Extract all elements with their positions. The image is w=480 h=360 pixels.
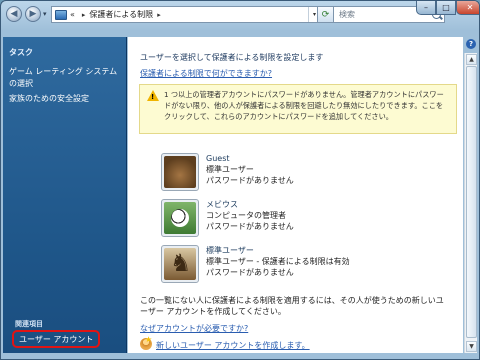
- arrow-right-icon: ▶: [29, 8, 37, 19]
- create-account-link[interactable]: 新しいユーザー アカウントを作成します。: [156, 340, 310, 351]
- account-status: パスワードがありません: [206, 268, 294, 277]
- scroll-down-icon[interactable]: ▼: [466, 341, 477, 352]
- chess-icon: [164, 248, 196, 280]
- account-standard-user[interactable]: 標準ユーザー 標準ユーザー - 保護者による制限は有効 パスワードがありません: [161, 245, 391, 285]
- account-type: 標準ユーザー - 保護者による制限は有効: [206, 257, 350, 266]
- control-panel-window: ◀ ▶ ▾ « ▸ 保護者による制限 ▸ ▾ ⟳ 検索 – □ ✕ ? タスク …: [0, 0, 480, 360]
- breadcrumb-current[interactable]: 保護者による制限: [89, 9, 153, 20]
- chevron-right-icon[interactable]: ▸: [82, 11, 86, 19]
- why-account-link[interactable]: なぜアカウントが必要ですか?: [140, 323, 248, 334]
- account-type: 標準ユーザー: [206, 165, 254, 174]
- cabinet-icon: [164, 156, 196, 188]
- recent-pages-dropdown[interactable]: ▾: [43, 10, 47, 18]
- sidebar-link-game-ratings[interactable]: ゲーム レーティング システムの選択: [9, 66, 124, 90]
- chevron-right-icon[interactable]: ▸: [157, 11, 161, 19]
- refresh-button[interactable]: ⟳: [317, 6, 334, 23]
- vertical-scrollbar[interactable]: ▲ ▼: [464, 53, 477, 353]
- scroll-up-icon[interactable]: ▲: [466, 54, 477, 65]
- warning-text: 1 つ以上の管理者アカウントにパスワードがありません。管理者アカウントにパスワー…: [164, 90, 444, 121]
- minimize-button[interactable]: –: [416, 1, 436, 15]
- account-picture: [161, 153, 199, 191]
- content-pane: ユーザーを選択して保護者による制限を設定します 保護者による制限で何ができますか…: [128, 37, 463, 353]
- help-icon[interactable]: ?: [466, 39, 476, 49]
- arrow-left-icon: ◀: [10, 8, 18, 19]
- scroll-thumb[interactable]: [466, 66, 477, 338]
- account-name: メビウス: [206, 200, 238, 209]
- sidebar-link-user-accounts[interactable]: ユーザー アカウント: [12, 330, 100, 348]
- sidebar-link-family-safety[interactable]: 家族のための安全設定: [9, 93, 124, 105]
- search-placeholder: 検索: [339, 10, 355, 19]
- account-status: パスワードがありません: [206, 222, 294, 231]
- footer-instructions: この一覧にない人に保護者による制限を適用するには、その人が使うための新しいユーザ…: [140, 296, 444, 316]
- forward-button[interactable]: ▶: [25, 6, 41, 22]
- account-name: 標準ユーザー: [206, 246, 254, 255]
- new-user-icon: [140, 335, 152, 350]
- account-status: パスワードがありません: [206, 176, 294, 185]
- related-heading: 関連項目: [15, 320, 43, 328]
- close-button[interactable]: ✕: [456, 1, 479, 15]
- account-type: コンピュータの管理者: [206, 211, 286, 220]
- account-name: Guest: [206, 154, 230, 163]
- page-title: ユーザーを選択して保護者による制限を設定します: [140, 53, 324, 62]
- account-picture: [161, 199, 199, 237]
- parental-controls-faq-link[interactable]: 保護者による制限で何ができますか?: [140, 68, 272, 79]
- tasks-heading: タスク: [9, 48, 33, 57]
- address-toolbar: ◀ ▶ ▾ « ▸ 保護者による制限 ▸ ▾ ⟳ 検索 – □ ✕: [1, 1, 479, 37]
- window-controls: – □ ✕: [416, 1, 479, 15]
- account-picture: [161, 245, 199, 283]
- warning-icon: !: [147, 90, 159, 101]
- task-sidebar: タスク ゲーム レーティング システムの選択 家族のための安全設定 関連項目 ユ…: [3, 37, 127, 353]
- control-panel-icon: [55, 9, 67, 20]
- password-warning-banner[interactable]: ! 1 つ以上の管理者アカウントにパスワードがありません。管理者アカウントにパス…: [139, 84, 457, 134]
- address-bar[interactable]: « ▸ 保護者による制限 ▸ ▾: [51, 6, 321, 23]
- maximize-button[interactable]: □: [436, 1, 456, 15]
- account-mebius[interactable]: メビウス コンピュータの管理者 パスワードがありません: [161, 199, 391, 239]
- breadcrumb-overflow[interactable]: «: [70, 10, 75, 19]
- account-guest[interactable]: Guest 標準ユーザー パスワードがありません: [161, 153, 391, 193]
- back-button[interactable]: ◀: [6, 6, 22, 22]
- soccer-ball-icon: [164, 202, 196, 234]
